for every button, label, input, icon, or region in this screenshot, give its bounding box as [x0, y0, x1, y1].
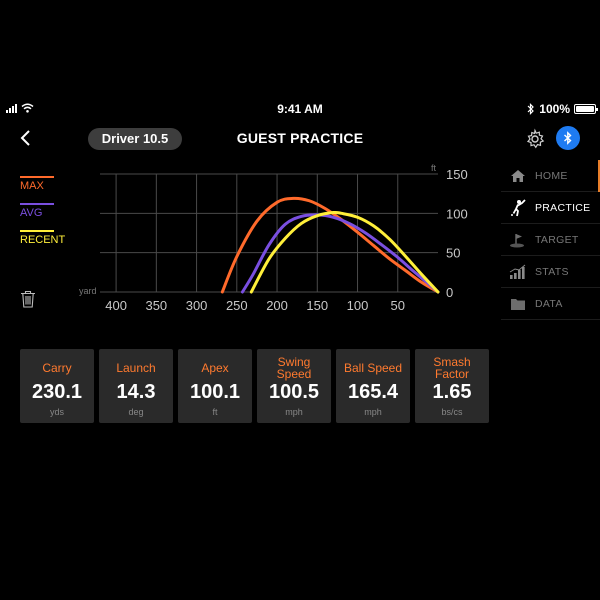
page-title: GUEST PRACTICE — [236, 130, 364, 146]
y-axis-unit-label: ft — [431, 163, 437, 173]
bar-stats-icon — [507, 262, 529, 282]
legend-label-max: MAX — [20, 180, 44, 192]
legend-label-recent: RECENT — [20, 234, 66, 246]
y-tick-label: 100 — [446, 206, 468, 221]
stat-card-swing-speed: Swing Speed 100.5 mph — [257, 349, 331, 423]
sidebar-item-label: HOME — [535, 169, 568, 182]
stat-value: 165.4 — [347, 381, 399, 403]
sidebar-item-practice[interactable]: PRACTICE — [501, 192, 600, 224]
stat-unit: deg — [128, 407, 144, 417]
legend-swatch-recent — [20, 230, 54, 232]
x-tick-label: 250 — [226, 298, 248, 313]
stat-card-smash-factor: Smash Factor 1.65 bs/cs — [415, 349, 489, 423]
stat-value: 14.3 — [116, 381, 156, 403]
stat-title: Smash Factor — [433, 355, 471, 381]
bluetooth-button[interactable] — [556, 126, 580, 150]
club-selector[interactable]: Driver 10.5 — [88, 128, 182, 150]
x-tick-label: 300 — [186, 298, 208, 313]
stat-title: Swing Speed — [276, 355, 312, 381]
series-line-avg — [240, 213, 440, 294]
stat-title: Ball Speed — [343, 361, 403, 375]
sidebar-item-target[interactable]: TARGET — [501, 224, 600, 256]
bluetooth-icon — [564, 131, 572, 145]
stat-unit: ft — [212, 407, 218, 417]
x-tick-label: 100 — [347, 298, 369, 313]
bluetooth-status-icon — [527, 103, 535, 115]
x-tick-label: 350 — [145, 298, 167, 313]
legend-item-recent: RECENT — [20, 230, 80, 257]
stat-card-carry: Carry 230.1 yds — [20, 349, 94, 423]
battery-icon — [574, 104, 598, 114]
sidebar-item-label: STATS — [535, 265, 569, 278]
gear-icon[interactable] — [524, 128, 546, 150]
stat-value: 100.5 — [268, 381, 320, 403]
stat-card-apex: Apex 100.1 ft — [178, 349, 252, 423]
golfer-icon — [507, 198, 529, 218]
stat-unit: mph — [285, 407, 303, 417]
series-line-max — [220, 196, 440, 294]
stat-unit: yds — [49, 407, 64, 417]
legend-item-max: MAX — [20, 176, 80, 203]
sidebar-item-home[interactable]: HOME — [501, 160, 600, 192]
stat-value: 1.65 — [432, 381, 472, 403]
stat-unit: bs/cs — [441, 407, 463, 417]
sidebar-item-label: PRACTICE — [535, 201, 591, 214]
x-tick-label: 400 — [105, 298, 127, 313]
stat-card-ball-speed: Ball Speed 165.4 mph — [336, 349, 410, 423]
legend-item-avg: AVG — [20, 203, 80, 230]
battery-percent: 100% — [539, 102, 570, 116]
sidebar-item-data[interactable]: DATA — [501, 288, 600, 320]
x-tick-label: 200 — [266, 298, 288, 313]
y-tick-label: 50 — [446, 246, 460, 261]
y-tick-label: 0 — [446, 285, 453, 300]
y-tick-label: 150 — [446, 167, 468, 182]
legend-swatch-avg — [20, 203, 54, 205]
status-right: 100% — [527, 102, 598, 116]
stat-title: Apex — [201, 361, 229, 375]
x-tick-label: 50 — [391, 298, 405, 313]
back-chevron-icon[interactable] — [16, 128, 36, 148]
legend-swatch-max — [20, 176, 54, 178]
stats-cards: Carry 230.1 yds Launch 14.3 deg Apex 100… — [20, 349, 489, 423]
stat-value: 100.1 — [189, 381, 241, 403]
home-icon — [507, 166, 529, 186]
sidebar-item-label: DATA — [535, 297, 563, 310]
stat-unit: mph — [364, 407, 382, 417]
x-axis-unit-label: yard — [79, 286, 97, 296]
sidebar-nav: HOME PRACTICE TARGET STATS DATA — [501, 160, 600, 320]
folder-icon — [507, 294, 529, 314]
series-line-recent — [249, 210, 440, 294]
stat-title: Carry — [42, 361, 72, 375]
status-time: 9:41 AM — [277, 102, 323, 116]
flag-icon — [507, 230, 529, 250]
trash-icon[interactable] — [20, 290, 36, 308]
legend-label-avg: AVG — [20, 207, 43, 219]
chart-legend: MAX AVG RECENT — [20, 176, 80, 257]
stat-value: 230.1 — [31, 381, 83, 403]
x-tick-label: 150 — [306, 298, 328, 313]
sidebar-item-stats[interactable]: STATS — [501, 256, 600, 288]
stat-title: Launch — [116, 361, 156, 375]
sidebar-item-label: TARGET — [535, 233, 579, 246]
stat-card-launch: Launch 14.3 deg — [99, 349, 173, 423]
